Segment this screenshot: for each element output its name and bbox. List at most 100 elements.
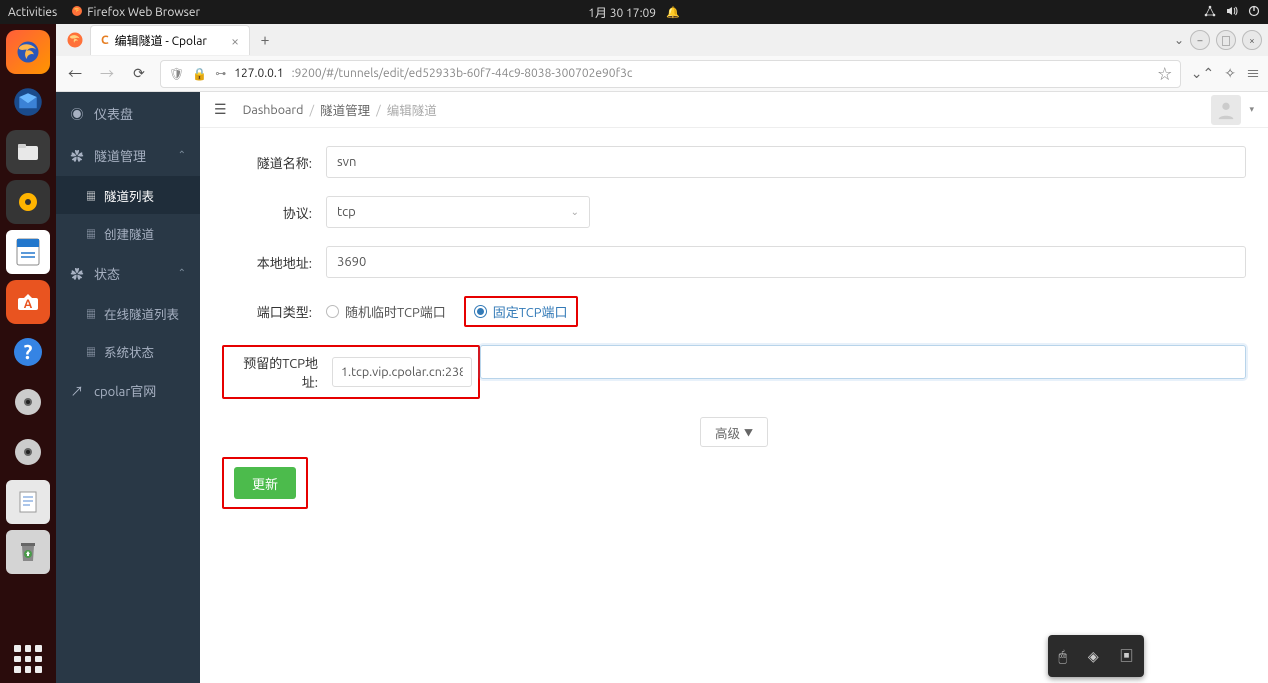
- hamburger-icon[interactable]: ☰: [214, 101, 227, 118]
- tray-icon-3[interactable]: ▣: [1120, 646, 1134, 666]
- browser-tab-active[interactable]: C 编辑隧道 - Cpolar ×: [90, 25, 250, 55]
- breadcrumb-dashboard[interactable]: Dashboard: [243, 103, 304, 117]
- connection-icon: ⊶: [215, 67, 226, 80]
- sidebar-dashboard[interactable]: ◉ 仪表盘: [56, 92, 200, 134]
- dock-trash[interactable]: [6, 530, 50, 574]
- user-avatar[interactable]: [1211, 95, 1241, 125]
- system-tray[interactable]: 🖱 ◈ ▣: [1048, 635, 1144, 677]
- tunnel-name-label: 隧道名称:: [222, 153, 312, 172]
- sidebar-tunnel-list[interactable]: ▦ 隧道列表: [56, 176, 200, 214]
- breadcrumb-bar: ☰ Dashboard / 隧道管理 / 编辑隧道 ▾: [200, 92, 1268, 128]
- dock-help[interactable]: ?: [6, 330, 50, 374]
- list-icon: ▦: [86, 188, 96, 203]
- protocol-select[interactable]: tcp ⌄: [326, 196, 590, 228]
- reserved-tcp-outer-field[interactable]: [480, 345, 1246, 379]
- caret-down-icon: ▼: [744, 426, 753, 439]
- dock-show-applications[interactable]: [0, 645, 56, 673]
- url-path: :9200/#/tunnels/edit/ed52933b-60f7-44c9-…: [292, 67, 633, 80]
- tabs-dropdown-icon[interactable]: ⌄: [1174, 33, 1184, 47]
- sidebar-cpolar-site[interactable]: ↗ cpolar官网: [56, 370, 200, 410]
- external-link-icon: ↗: [70, 381, 84, 400]
- main-content: ☰ Dashboard / 隧道管理 / 编辑隧道 ▾ 隧道名称: 协议:: [200, 92, 1268, 683]
- dock-thunderbird[interactable]: [6, 80, 50, 124]
- firefox-home-icon[interactable]: [62, 27, 88, 53]
- highlight-update: 更新: [222, 457, 308, 509]
- update-button[interactable]: 更新: [234, 467, 296, 499]
- protocol-label: 协议:: [222, 203, 312, 222]
- list-icon: ▦: [86, 344, 96, 359]
- dock-disc2[interactable]: [6, 430, 50, 474]
- toolbar: ← → ⟳ 🛡 🔒 ⊶ 127.0.0.1 :9200/#/tunnels/edi…: [56, 56, 1268, 92]
- reserved-tcp-label: 预留的TCP地址:: [230, 353, 318, 391]
- highlight-fixed-port: 固定TCP端口: [464, 296, 578, 327]
- clock[interactable]: 1月 30 17:09: [588, 4, 656, 21]
- dock-disc1[interactable]: [6, 380, 50, 424]
- gear-icon: ✿: [70, 146, 84, 165]
- chevron-down-icon: ⌄: [571, 206, 579, 218]
- svg-text:A: A: [24, 298, 33, 311]
- tab-strip: C 编辑隧道 - Cpolar × + ⌄ – □ ×: [56, 24, 1268, 56]
- dock-firefox[interactable]: [6, 30, 50, 74]
- tab-close-icon[interactable]: ×: [231, 33, 239, 49]
- back-button[interactable]: ←: [64, 63, 86, 85]
- activities-button[interactable]: Activities: [8, 6, 57, 19]
- chevron-down-icon: ⌃: [178, 149, 186, 161]
- breadcrumb-current: 编辑隧道: [387, 100, 437, 119]
- power-icon[interactable]: [1248, 5, 1260, 20]
- app-menu-icon[interactable]: ≡: [1246, 64, 1260, 84]
- forward-button[interactable]: →: [96, 63, 118, 85]
- volume-icon[interactable]: [1226, 5, 1238, 20]
- tray-icon-2[interactable]: ◈: [1088, 648, 1099, 665]
- bookmark-star-icon[interactable]: ☆: [1158, 64, 1172, 84]
- gnome-topbar: Activities Firefox Web Browser 1月 30 17:…: [0, 0, 1268, 24]
- tab-favicon: C: [101, 34, 109, 47]
- sidebar-create-tunnel[interactable]: ▦ 创建隧道: [56, 214, 200, 252]
- network-icon[interactable]: [1204, 5, 1216, 20]
- svg-text:?: ?: [24, 340, 33, 363]
- reserved-tcp-input[interactable]: [332, 357, 472, 387]
- sidebar-tunnel-mgmt[interactable]: ✿ 隧道管理 ⌃: [56, 134, 200, 176]
- radio-fixed-port[interactable]: 固定TCP端口: [474, 302, 568, 321]
- sidebar-online-list[interactable]: ▦ 在线隧道列表: [56, 294, 200, 332]
- chevron-down-icon: ⌃: [178, 267, 186, 279]
- tunnel-name-input[interactable]: [326, 146, 1246, 178]
- status-icon: ✿: [70, 264, 84, 283]
- window-maximize-button[interactable]: □: [1216, 30, 1236, 50]
- advanced-button[interactable]: 高级 ▼: [700, 417, 768, 447]
- breadcrumb-tunnel-mgmt[interactable]: 隧道管理: [320, 100, 370, 119]
- ubuntu-dock: A ?: [0, 24, 56, 683]
- url-bar[interactable]: 🛡 🔒 ⊶ 127.0.0.1 :9200/#/tunnels/edit/ed52…: [160, 60, 1181, 88]
- pocket-icon[interactable]: ⌄⌃: [1191, 65, 1214, 82]
- reload-button[interactable]: ⟳: [128, 63, 150, 85]
- lock-icon[interactable]: 🔒: [192, 67, 207, 81]
- dock-texteditor[interactable]: [6, 480, 50, 524]
- list-icon: ▦: [86, 306, 96, 321]
- app-sidebar: ◉ 仪表盘 ✿ 隧道管理 ⌃ ▦ 隧道列表 ▦ 创建隧道 ✿ 状态 ⌃: [56, 92, 200, 683]
- new-tab-button[interactable]: +: [252, 31, 278, 49]
- highlight-reserved-tcp: 预留的TCP地址:: [222, 345, 480, 399]
- url-host: 127.0.0.1: [234, 67, 283, 80]
- list-icon: ▦: [86, 226, 96, 241]
- user-menu-caret[interactable]: ▾: [1249, 104, 1254, 115]
- window-close-button[interactable]: ×: [1242, 30, 1262, 50]
- local-addr-label: 本地地址:: [222, 253, 312, 272]
- dashboard-icon: ◉: [70, 104, 84, 123]
- notification-icon[interactable]: 🔔: [666, 6, 680, 19]
- sidebar-status[interactable]: ✿ 状态 ⌃: [56, 252, 200, 294]
- dock-rhythmbox[interactable]: [6, 180, 50, 224]
- tray-icon-1[interactable]: 🖱: [1058, 648, 1066, 665]
- sidebar-system-status[interactable]: ▦ 系统状态: [56, 332, 200, 370]
- window-minimize-button[interactable]: –: [1190, 30, 1210, 50]
- dock-files[interactable]: [6, 130, 50, 174]
- dock-software[interactable]: A: [6, 280, 50, 324]
- extensions-icon[interactable]: ✧: [1224, 65, 1236, 82]
- local-addr-input[interactable]: [326, 246, 1246, 278]
- tab-title: 编辑隧道 - Cpolar: [115, 32, 207, 49]
- shield-icon[interactable]: 🛡: [169, 67, 184, 81]
- dock-libreoffice-writer[interactable]: [6, 230, 50, 274]
- firefox-icon: [71, 5, 83, 20]
- app-indicator[interactable]: Firefox Web Browser: [71, 5, 200, 20]
- port-type-label: 端口类型:: [222, 302, 312, 321]
- radio-random-port[interactable]: 随机临时TCP端口: [326, 302, 446, 321]
- firefox-window: C 编辑隧道 - Cpolar × + ⌄ – □ × ← → ⟳ 🛡 🔒 ⊶ …: [56, 24, 1268, 683]
